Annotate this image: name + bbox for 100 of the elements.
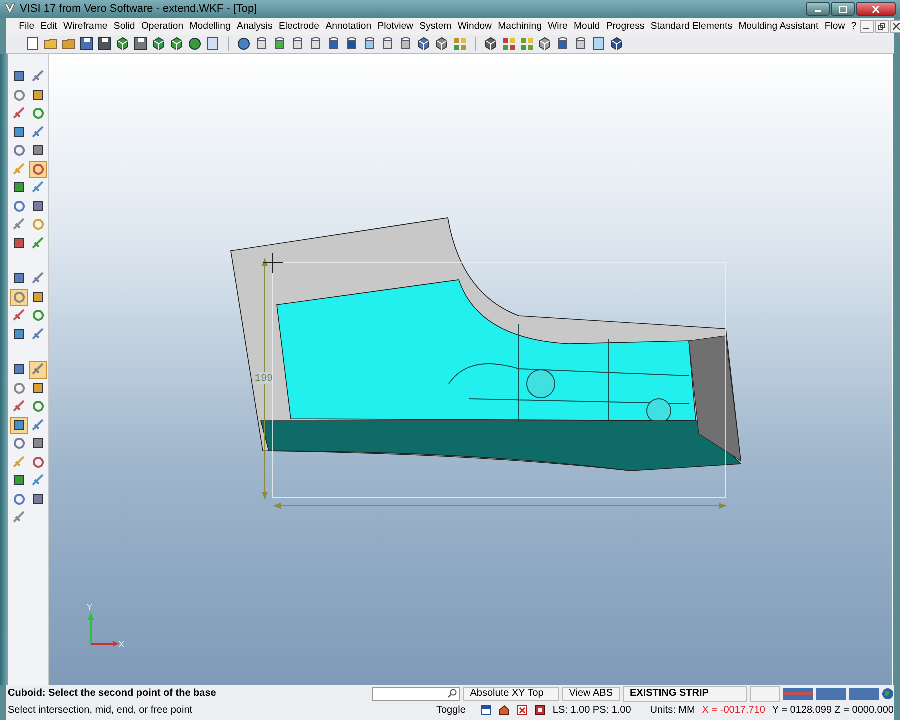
- minimize-button[interactable]: [860, 20, 874, 33]
- square-icon: [12, 363, 26, 376]
- house-icon[interactable]: [498, 705, 510, 716]
- pen-icon: [12, 107, 26, 120]
- color-swatch-icon[interactable]: [849, 688, 879, 700]
- menu-item[interactable]: Wireframe: [60, 21, 111, 32]
- circle-icon: [32, 107, 44, 120]
- crosshair-cursor-icon: [262, 252, 284, 274]
- cube-icon[interactable]: [610, 37, 624, 51]
- open-folder-icon[interactable]: [44, 37, 58, 51]
- circle-icon[interactable]: [188, 37, 202, 51]
- menu-item[interactable]: ?: [848, 21, 860, 32]
- dimension-label: 199: [255, 374, 273, 385]
- cylinder-icon[interactable]: [381, 37, 395, 51]
- pen-icon: [12, 400, 26, 414]
- cylinder-icon[interactable]: [255, 37, 269, 51]
- circle-icon: [12, 88, 26, 102]
- square-icon: [32, 492, 44, 506]
- cube-icon[interactable]: [116, 37, 130, 51]
- color-swatch-icon[interactable]: [816, 688, 846, 700]
- square-icon: [32, 200, 44, 213]
- menu-item[interactable]: Flow: [822, 21, 848, 32]
- menu-item[interactable]: Wire: [545, 21, 571, 32]
- pen-icon: [12, 162, 26, 176]
- cylinder-icon[interactable]: [291, 37, 305, 51]
- pen-icon: [32, 236, 44, 250]
- menu-item[interactable]: Analysis: [234, 21, 276, 32]
- units-readout: Units: MM: [650, 705, 696, 716]
- new-file-icon[interactable]: [26, 37, 40, 51]
- circle-icon: [12, 290, 26, 304]
- square-icon: [32, 88, 44, 102]
- blocks-icon[interactable]: [435, 37, 449, 51]
- circle-icon: [32, 456, 44, 469]
- tool-button[interactable]: [10, 416, 28, 434]
- maximize-button[interactable]: [831, 2, 855, 16]
- pen-icon: [32, 70, 44, 84]
- search-field[interactable]: [372, 686, 460, 700]
- circle-icon: [12, 492, 26, 506]
- cylinder-icon[interactable]: [273, 37, 287, 51]
- pen-icon: [12, 456, 26, 469]
- toggle-button[interactable]: Toggle: [428, 705, 474, 716]
- square-icon: [12, 181, 26, 194]
- circle-icon: [32, 400, 44, 414]
- view-mode-button[interactable]: View ABS: [562, 686, 620, 700]
- square-icon: [12, 474, 26, 488]
- cube-icon[interactable]: [152, 37, 166, 51]
- menu-item[interactable]: Window: [454, 21, 496, 32]
- menu-item[interactable]: Machining: [495, 21, 545, 32]
- globe-icon[interactable]: [882, 688, 894, 700]
- layer-indicator: EXISTING STRIP: [623, 686, 747, 702]
- menu-item[interactable]: Modelling: [186, 21, 234, 32]
- menu-item[interactable]: Solid: [110, 21, 138, 32]
- color-swatch-icon[interactable]: [783, 688, 813, 700]
- command-prompt: Cuboid: Select the second point of the base: [8, 688, 218, 699]
- circle-icon: [32, 162, 44, 176]
- cylinder-icon[interactable]: [327, 37, 341, 51]
- menu-item[interactable]: System: [416, 21, 455, 32]
- close-button[interactable]: [890, 20, 900, 33]
- cross-icon[interactable]: [516, 705, 528, 716]
- cube-icon[interactable]: [170, 37, 184, 51]
- cylinder-icon[interactable]: [345, 37, 359, 51]
- cylinder-icon[interactable]: [363, 37, 377, 51]
- cylinder-icon[interactable]: [309, 37, 323, 51]
- axis-triad-drawing: [88, 612, 119, 647]
- view-selector[interactable]: Absolute XY Top: [463, 686, 560, 700]
- stop-icon[interactable]: [534, 705, 546, 716]
- square-icon: [12, 236, 26, 250]
- menu-item[interactable]: Plotview: [374, 21, 417, 32]
- blocks-icon[interactable]: [538, 37, 552, 51]
- blocks-icon[interactable]: [484, 37, 498, 51]
- calendar-icon[interactable]: [480, 705, 492, 716]
- cylinder-icon[interactable]: [556, 37, 570, 51]
- circle-icon: [12, 200, 26, 213]
- square-icon: [12, 272, 26, 286]
- maximize-icon: [839, 6, 847, 12]
- menu-item[interactable]: Moulding Assistant: [736, 21, 822, 32]
- circle-icon: [12, 437, 26, 450]
- menu-item[interactable]: Electrode: [276, 21, 323, 32]
- close-icon: [872, 6, 880, 12]
- folder-icon[interactable]: [62, 37, 76, 51]
- pen-icon: [12, 309, 26, 322]
- y-axis-label: Y: [87, 603, 92, 612]
- pen-icon: [12, 218, 26, 232]
- cylinder-icon[interactable]: [574, 37, 588, 51]
- circle-icon: [12, 144, 26, 158]
- close-button[interactable]: [856, 2, 896, 16]
- pen-icon: [32, 126, 44, 139]
- restore-button[interactable]: [874, 20, 889, 33]
- x-coordinate: X = -0017.710: [702, 705, 766, 716]
- menu-item[interactable]: Standard Elements: [648, 21, 736, 32]
- blocks-icon[interactable]: [417, 37, 431, 51]
- minimize-button[interactable]: [806, 2, 830, 16]
- menu-item[interactable]: Operation: [138, 21, 187, 32]
- menu-item[interactable]: Annotation: [322, 21, 375, 32]
- menu-item[interactable]: File: [16, 21, 38, 32]
- menu-item[interactable]: Edit: [38, 21, 60, 32]
- yz-coordinates: Y = 0128.099 Z = 0000.000: [772, 705, 894, 716]
- menu-item[interactable]: Mould: [570, 21, 604, 32]
- pen-icon: [32, 181, 44, 194]
- menu-item[interactable]: Progress: [603, 21, 648, 32]
